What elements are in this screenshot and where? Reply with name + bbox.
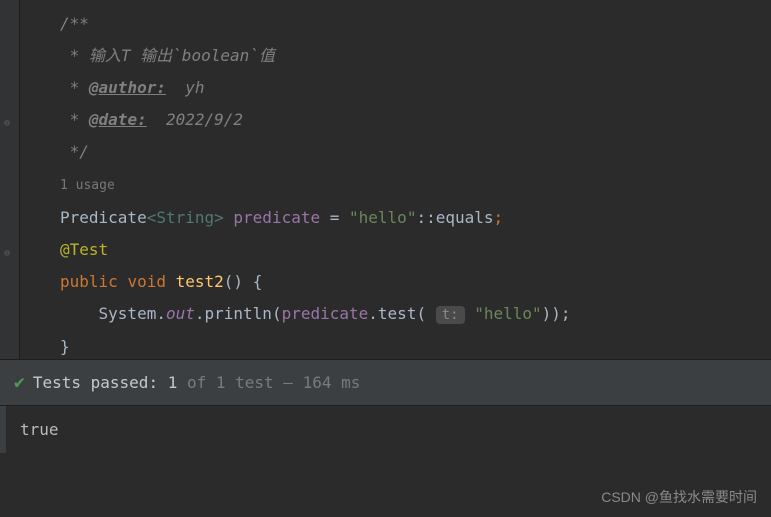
println-call: .println( bbox=[195, 304, 282, 323]
kw-public: public bbox=[60, 272, 127, 291]
brace-close: } bbox=[60, 337, 70, 356]
arg-hello: "hello" bbox=[474, 304, 541, 323]
var-predicate: predicate bbox=[233, 208, 320, 227]
tests-passed-label: Tests passed: 1 bbox=[33, 373, 178, 392]
test-status-bar: ✔ Tests passed: 1 of 1 test – 164 ms bbox=[0, 360, 771, 406]
string-hello: "hello" bbox=[349, 208, 416, 227]
indent bbox=[60, 304, 99, 323]
generic-lt: < bbox=[147, 208, 157, 227]
code-editor[interactable]: ⊖ ⊖ /** * 输入T 输出`boolean`值 * @author: yh… bbox=[0, 0, 771, 360]
code-content[interactable]: /** * 输入T 输出`boolean`值 * @author: yh * @… bbox=[20, 0, 771, 359]
date-value: 2022/9/2 bbox=[147, 110, 243, 129]
type-predicate: Predicate bbox=[60, 208, 147, 227]
generic-type: String bbox=[156, 208, 214, 227]
doc-text: 输入T 输出`boolean`值 bbox=[89, 46, 275, 65]
out-field: out bbox=[166, 304, 195, 323]
date-tag: @date: bbox=[89, 110, 147, 129]
author-value: yh bbox=[166, 78, 205, 97]
system-class: System. bbox=[99, 304, 166, 323]
doc-close: */ bbox=[60, 142, 89, 161]
fold-mark-icon[interactable]: ⊖ bbox=[4, 248, 14, 258]
test-call: .test( bbox=[368, 304, 426, 323]
assign: = bbox=[320, 208, 349, 227]
doc-prefix: * bbox=[60, 110, 89, 129]
param-hint: t: bbox=[436, 306, 465, 324]
method-test2: test2 bbox=[176, 272, 224, 291]
fold-mark-icon[interactable]: ⊖ bbox=[4, 118, 14, 128]
author-tag: @author: bbox=[89, 78, 166, 97]
kw-void: void bbox=[127, 272, 175, 291]
generic-gt: > bbox=[214, 208, 233, 227]
predicate-ref: predicate bbox=[282, 304, 369, 323]
watermark: CSDN @鱼找水需要时间 bbox=[601, 487, 757, 507]
method-ref-op: :: bbox=[416, 208, 435, 227]
test-annotation: @Test bbox=[60, 240, 108, 259]
tests-detail: of 1 test – 164 ms bbox=[177, 373, 360, 392]
semicolon: ; bbox=[494, 208, 504, 227]
call-close: )); bbox=[542, 304, 571, 323]
doc-open: /** bbox=[60, 14, 89, 33]
usage-hint[interactable]: 1 usage bbox=[60, 178, 115, 193]
console-output[interactable]: true bbox=[0, 406, 771, 453]
console-line: true bbox=[20, 420, 59, 439]
check-icon: ✔ bbox=[14, 372, 25, 393]
doc-prefix: * bbox=[60, 78, 89, 97]
method-equals: equals bbox=[436, 208, 494, 227]
method-parens: () bbox=[224, 272, 253, 291]
brace-open: { bbox=[253, 272, 263, 291]
editor-gutter: ⊖ ⊖ bbox=[0, 0, 20, 359]
doc-prefix: * bbox=[60, 46, 89, 65]
